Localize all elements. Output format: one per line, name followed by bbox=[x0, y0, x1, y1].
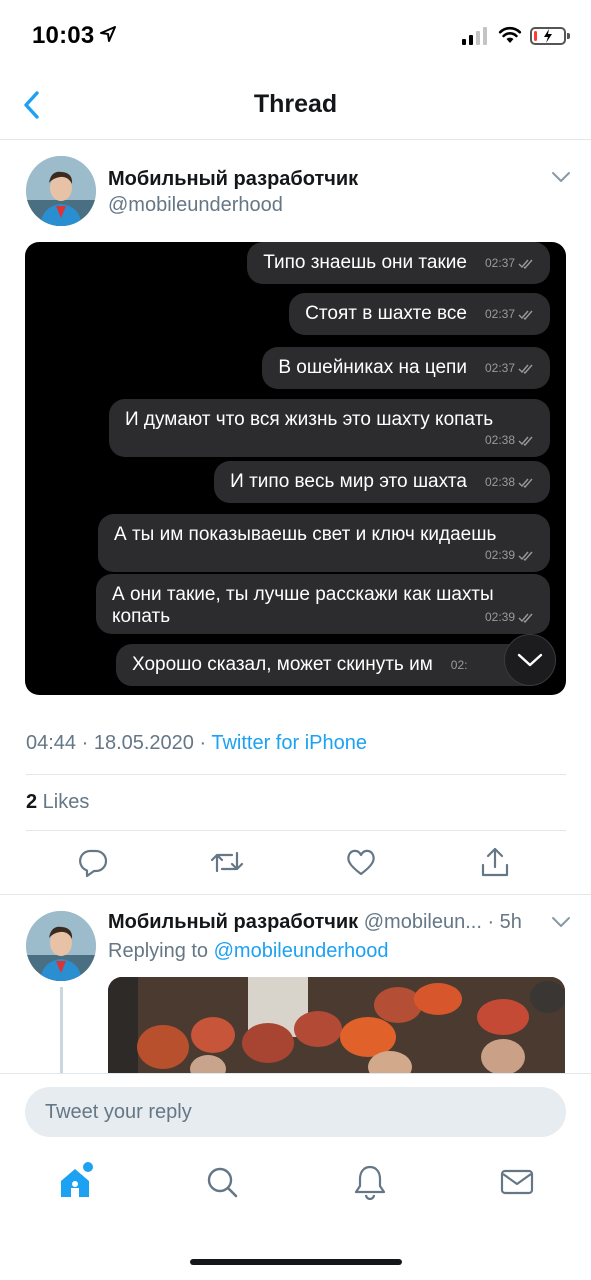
reply-tweet[interactable]: Мобильный разработчик @mobileun... · 5h … bbox=[26, 909, 571, 1077]
chat-bubble: А они такие, ты лучше расскажи как шахты… bbox=[96, 574, 550, 634]
miners-photo bbox=[108, 977, 565, 1077]
tweet-source-link[interactable]: Twitter for iPhone bbox=[211, 732, 367, 754]
scroll-down-button[interactable] bbox=[504, 634, 556, 686]
tweet-actions bbox=[0, 844, 591, 884]
chat-message-time: 02:39 bbox=[114, 548, 534, 562]
wifi-icon bbox=[498, 26, 522, 43]
chevron-down-icon bbox=[517, 653, 543, 667]
chat-message-time: 02:37 bbox=[485, 307, 534, 321]
thread-connector-line bbox=[60, 987, 63, 1077]
tweet-timestamp: 04:44 · 18.05.2020 · Twitter for iPhone bbox=[26, 732, 367, 755]
tab-messages[interactable] bbox=[497, 1162, 537, 1202]
timestamp-text: 04:44 · 18.05.2020 · bbox=[26, 732, 212, 754]
chat-message-time: 02:39 bbox=[112, 610, 534, 624]
avatar[interactable] bbox=[26, 156, 96, 226]
cellular-signal-icon bbox=[462, 27, 487, 45]
chevron-down-icon bbox=[552, 917, 570, 927]
charging-bolt-icon bbox=[544, 29, 552, 43]
tab-notifications[interactable] bbox=[350, 1162, 390, 1202]
chat-bubble: И типо весь мир это шахта 02:38 bbox=[214, 461, 550, 503]
chat-message-time: 02:37 bbox=[485, 256, 534, 270]
chat-message-time: 02:38 bbox=[485, 475, 534, 489]
likes-number: 2 bbox=[26, 791, 38, 813]
page-title: Thread bbox=[253, 90, 338, 118]
divider bbox=[26, 830, 566, 831]
status-time: 10:03 bbox=[32, 22, 95, 49]
chat-bubble: Типо знаешь они такие 02:37 bbox=[247, 242, 550, 284]
location-arrow-icon bbox=[100, 26, 116, 42]
search-icon bbox=[207, 1167, 238, 1198]
chat-message-time: 02:37 bbox=[485, 361, 534, 375]
notifications-icon bbox=[354, 1165, 386, 1200]
replying-to: Replying to @mobileunderhood bbox=[108, 940, 389, 963]
avatar[interactable] bbox=[26, 911, 96, 981]
replying-mention-link[interactable]: @mobileunderhood bbox=[214, 940, 389, 962]
double-check-icon bbox=[518, 436, 533, 446]
reply-age: · 5h bbox=[481, 911, 522, 933]
nav-bar: Thread bbox=[0, 70, 591, 140]
likes-count[interactable]: 2 Likes bbox=[26, 791, 89, 814]
battery-level bbox=[534, 31, 537, 41]
messages-icon bbox=[500, 1169, 534, 1195]
chat-message-text: И типо весь мир это шахта bbox=[230, 471, 467, 492]
tab-search[interactable] bbox=[202, 1162, 242, 1202]
likes-label: Likes bbox=[37, 791, 90, 813]
reply-button[interactable] bbox=[76, 844, 110, 880]
chat-message-text: А ты им показываешь свет и ключ кидаешь bbox=[114, 524, 497, 545]
battery-icon bbox=[530, 27, 570, 45]
chat-message-text: И думают что вся жизнь это шахту копать bbox=[125, 409, 494, 430]
reply-input[interactable] bbox=[25, 1087, 566, 1137]
reply-header: Мобильный разработчик @mobileun... · 5h bbox=[108, 911, 522, 934]
tweet-media-image[interactable]: Типо знаешь они такие 02:37 Стоят в шахте… bbox=[25, 242, 566, 695]
avatar-image bbox=[26, 156, 96, 226]
status-bar: 10:03 bbox=[0, 0, 591, 70]
chevron-down-icon bbox=[552, 172, 570, 182]
like-icon bbox=[347, 849, 375, 876]
avatar-image bbox=[26, 911, 96, 981]
chat-message-text: В ошейниках на цепи bbox=[278, 357, 467, 378]
chat-bubble: В ошейниках на цепи 02:37 bbox=[262, 347, 550, 389]
author-handle[interactable]: @mobileunderhood bbox=[108, 194, 283, 217]
retweet-button[interactable] bbox=[210, 844, 244, 880]
reply-menu-button[interactable] bbox=[551, 915, 571, 933]
tweet-menu-button[interactable] bbox=[551, 170, 571, 188]
share-button[interactable] bbox=[478, 844, 512, 880]
divider bbox=[26, 774, 566, 775]
home-notification-dot bbox=[83, 1162, 93, 1172]
double-check-icon bbox=[518, 551, 533, 561]
reply-icon bbox=[79, 849, 108, 877]
chat-message-text: Хорошо сказал, может скинуть им bbox=[132, 654, 433, 675]
chat-message-text: Стоят в шахте все bbox=[305, 303, 467, 324]
tweet-header: Мобильный разработчик @mobileunderhood bbox=[26, 156, 571, 228]
retweet-icon bbox=[210, 851, 244, 873]
double-check-icon bbox=[518, 613, 533, 623]
section-divider bbox=[0, 894, 591, 895]
tab-bar bbox=[0, 1150, 591, 1220]
chat-message-time: 02: bbox=[450, 657, 468, 672]
like-button[interactable] bbox=[344, 844, 378, 880]
home-indicator bbox=[190, 1259, 402, 1265]
double-check-icon bbox=[518, 478, 533, 488]
reply-media-image[interactable] bbox=[108, 977, 565, 1077]
double-check-icon bbox=[518, 259, 533, 269]
share-icon bbox=[481, 847, 509, 877]
chat-message-text: Типо знаешь они такие bbox=[263, 252, 467, 273]
double-check-icon bbox=[518, 310, 533, 320]
double-check-icon bbox=[518, 364, 533, 374]
author-name[interactable]: Мобильный разработчик bbox=[108, 168, 358, 191]
chat-bubble: Стоят в шахте все 02:37 bbox=[289, 293, 550, 335]
replying-prefix: Replying to bbox=[108, 940, 214, 962]
chat-message-time: 02:38 bbox=[125, 433, 534, 447]
tab-home[interactable] bbox=[55, 1162, 95, 1202]
reply-author-name[interactable]: Мобильный разработчик bbox=[108, 911, 358, 933]
chat-bubble: А ты им показываешь свет и ключ кидаешь 0… bbox=[98, 514, 550, 572]
chat-bubble: Хорошо сказал, может скинуть им 02: bbox=[116, 644, 546, 686]
chat-bubble: И думают что вся жизнь это шахту копать 0… bbox=[109, 399, 550, 457]
reply-author-handle[interactable]: @mobileun... bbox=[364, 911, 482, 933]
